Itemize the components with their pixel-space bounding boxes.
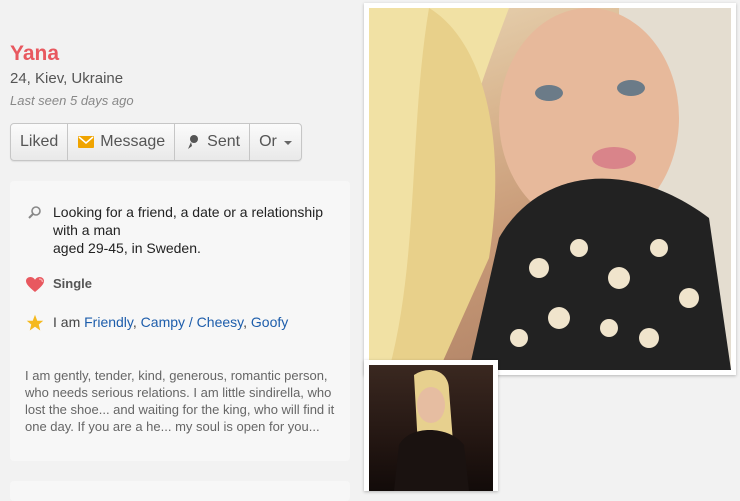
trait-link-goofy[interactable]: Goofy: [251, 314, 288, 330]
profile-panel: Yana 24, Kiev, Ukraine Last seen 5 days …: [0, 0, 360, 501]
last-seen: Last seen 5 days ago: [10, 93, 134, 108]
chevron-down-icon: [283, 141, 292, 145]
status-text: Single: [53, 276, 93, 291]
traits-text: I am Friendly, Campy / Cheesy, Goofy: [53, 314, 289, 330]
message-label: Message: [100, 133, 166, 150]
profile-name: Yana: [10, 42, 60, 65]
looking-for-row: Looking for a friend, a date or a relati…: [26, 203, 336, 257]
sent-label: Sent: [207, 133, 241, 150]
star-icon: [26, 314, 44, 332]
message-button[interactable]: Message: [68, 124, 176, 160]
traits-prefix: I am: [53, 314, 81, 330]
main-profile-photo[interactable]: [364, 3, 736, 375]
sent-button[interactable]: Sent: [175, 124, 251, 160]
looking-for-text: Looking for a friend, a date or a relati…: [53, 203, 323, 257]
profile-photo-thumbnail[interactable]: [364, 360, 498, 491]
looking-line-2: with a man: [53, 222, 121, 238]
action-button-group: Liked Message Sent Or: [10, 123, 302, 161]
looking-line-1: Looking for a friend, a date or a relati…: [53, 204, 324, 220]
sent-icon: [184, 133, 202, 151]
heart-icon: [26, 276, 44, 294]
next-card: [10, 481, 350, 501]
or-label: Or: [259, 133, 277, 150]
about-text: I am gently, tender, kind, generous, rom…: [25, 368, 335, 434]
relationship-status-row: Single: [26, 276, 92, 294]
liked-button[interactable]: Liked: [11, 124, 69, 160]
profile-location: 24, Kiev, Ukraine: [10, 70, 124, 87]
looking-line-3: aged 29-45, in Sweden.: [53, 240, 201, 256]
trait-link-friendly[interactable]: Friendly: [84, 314, 133, 330]
details-card: Looking for a friend, a date or a relati…: [10, 181, 350, 461]
envelope-icon: [77, 133, 95, 151]
thumbnail-image: [369, 365, 493, 491]
liked-label: Liked: [20, 133, 59, 150]
search-icon: [26, 203, 44, 221]
traits-row: I am Friendly, Campy / Cheesy, Goofy: [26, 314, 288, 332]
profile-photo-image: [369, 8, 731, 370]
trait-link-campy[interactable]: Campy / Cheesy: [141, 314, 243, 330]
or-dropdown-button[interactable]: Or: [250, 124, 301, 160]
